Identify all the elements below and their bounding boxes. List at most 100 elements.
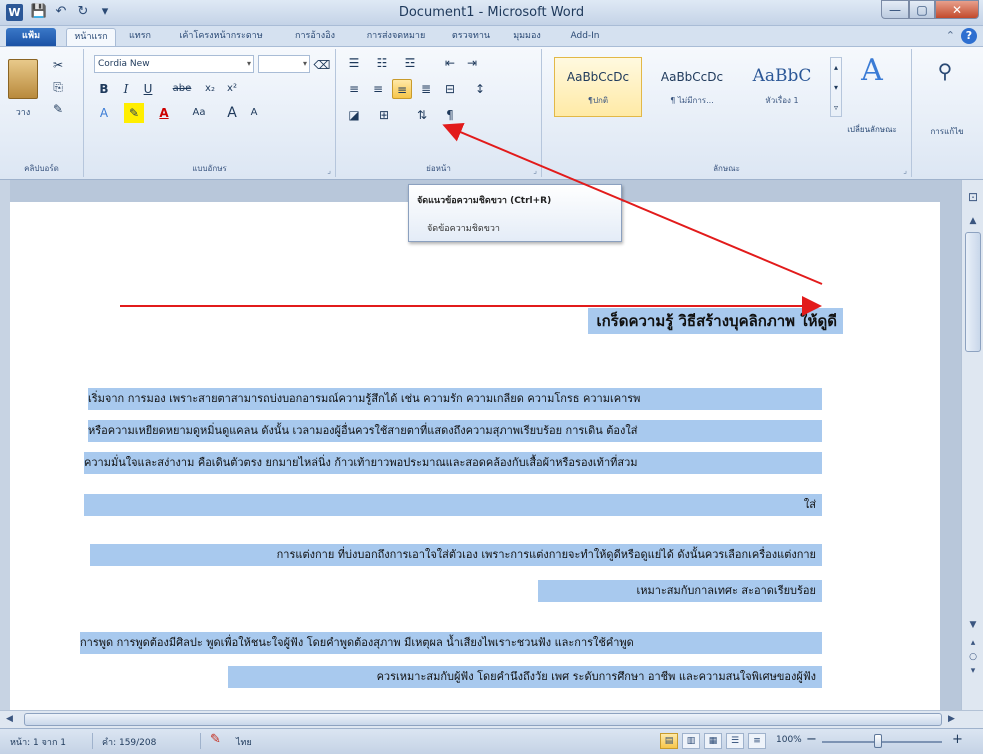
vertical-scroll-thumb[interactable]: [965, 232, 981, 352]
change-case-button[interactable]: Aa: [186, 103, 212, 123]
vertical-scrollbar[interactable]: ⊡ ▲ ▼ ▴ ○ ▾: [961, 180, 983, 710]
line-spacing-icon[interactable]: ↕: [470, 79, 490, 99]
decrease-indent-icon[interactable]: ⇤: [440, 53, 460, 73]
clear-formatting-icon[interactable]: ⌫: [312, 55, 332, 75]
zoom-in-button[interactable]: +: [952, 732, 963, 747]
format-painter-icon[interactable]: ✎: [48, 99, 68, 119]
full-screen-reading-icon[interactable]: ▥: [682, 733, 700, 749]
close-button[interactable]: ✕: [935, 0, 979, 19]
previous-page-icon[interactable]: ▴: [962, 638, 983, 648]
draft-view-icon[interactable]: ≡: [748, 733, 766, 749]
sort-icon[interactable]: ⇅: [412, 105, 432, 125]
help-icon[interactable]: ?: [961, 28, 977, 44]
highlight-icon[interactable]: ✎: [124, 103, 144, 123]
subscript-button[interactable]: x₂: [200, 79, 220, 99]
tab-file[interactable]: แฟ้ม: [6, 28, 56, 46]
document-line[interactable]: หรือความเหยียดหยามดูหมิ่นดูแคลน ดังนั้น …: [88, 420, 822, 442]
dialog-launcher-icon[interactable]: ⌟: [903, 166, 907, 175]
bullets-icon[interactable]: ☰: [344, 53, 364, 73]
web-layout-icon[interactable]: ▦: [704, 733, 722, 749]
zoom-level[interactable]: 100%: [776, 735, 802, 745]
font-name-box[interactable]: Cordia New ▾: [94, 55, 254, 73]
style-no-spacing[interactable]: AaBbCcDc ¶ ไม่มีการ...: [648, 57, 736, 117]
ruler-toggle-icon[interactable]: ⊡: [962, 190, 983, 204]
document-line[interactable]: ความมั่นใจและสง่างาม คือเดินตัวตรง ยกมาย…: [84, 452, 822, 474]
shading-icon[interactable]: ◪: [344, 105, 364, 125]
bold-button[interactable]: B: [94, 79, 114, 99]
align-right-button[interactable]: ≡: [392, 79, 412, 99]
multilevel-list-icon[interactable]: ☲: [400, 53, 420, 73]
minimize-button[interactable]: —: [881, 0, 909, 19]
tab-references[interactable]: การอ้างอิง: [285, 28, 345, 46]
text-effects-icon[interactable]: A: [94, 103, 114, 123]
print-layout-view-icon[interactable]: ▤: [660, 733, 678, 749]
strikethrough-button[interactable]: abe: [168, 79, 196, 99]
increase-indent-icon[interactable]: ⇥: [462, 53, 482, 73]
document-heading[interactable]: เกร็ดความรู้ วิธีสร้างบุคลิกภาพ ให้ดูดี: [588, 308, 843, 334]
tab-review[interactable]: ตรวจทาน: [446, 28, 496, 46]
document-line[interactable]: เริ่มจาก การมอง เพราะสายตาสามารถบ่งบอกอา…: [88, 388, 822, 410]
word-count-status[interactable]: คำ: 159/208: [102, 735, 156, 749]
document-line[interactable]: การแต่งกาย ที่บ่งบอกถึงการเอาใจใส่ตัวเอง…: [90, 544, 822, 566]
change-styles-label[interactable]: เปลี่ยนลักษณะ: [842, 123, 902, 136]
scroll-up-arrow-icon[interactable]: ▲: [962, 216, 983, 226]
copy-icon[interactable]: ⎘: [48, 77, 68, 97]
change-styles-icon[interactable]: A: [848, 53, 896, 88]
font-color-button[interactable]: A: [154, 103, 174, 123]
zoom-slider-track[interactable]: [822, 741, 942, 743]
horizontal-scroll-thumb[interactable]: [24, 713, 942, 726]
dialog-launcher-icon[interactable]: ⌟: [533, 166, 537, 175]
horizontal-scrollbar[interactable]: ◀ ▶: [0, 710, 983, 728]
style-normal[interactable]: AaBbCcDc ¶ปกติ: [554, 57, 642, 117]
page-count-status[interactable]: หน้า: 1 จาก 1: [10, 735, 66, 749]
maximize-button[interactable]: ▢: [909, 0, 935, 19]
align-left-icon[interactable]: ≡: [344, 79, 364, 99]
paste-label[interactable]: วาง: [6, 105, 40, 119]
tab-mailings[interactable]: การส่งจดหมาย: [358, 28, 434, 46]
zoom-out-button[interactable]: −: [806, 732, 817, 747]
tab-add-in[interactable]: Add-In: [560, 28, 610, 46]
superscript-button[interactable]: x²: [222, 79, 242, 99]
borders-icon[interactable]: ⊞: [374, 105, 394, 125]
distributed-icon[interactable]: ⊟: [440, 79, 460, 99]
editing-label[interactable]: การแก้ไข: [916, 125, 978, 138]
document-line[interactable]: ควรเหมาะสมกับผู้ฟัง โดยคำนึงถึงวัย เพศ ร…: [228, 666, 822, 688]
style-name: ¶ ไม่มีการ...: [670, 96, 714, 105]
chevron-down-icon[interactable]: ▾: [247, 56, 251, 72]
cut-icon[interactable]: ✂: [48, 55, 68, 75]
show-marks-button[interactable]: ¶: [440, 105, 460, 125]
scroll-right-arrow-icon[interactable]: ▶: [948, 711, 955, 728]
next-page-icon[interactable]: ▾: [962, 666, 983, 676]
scroll-left-arrow-icon[interactable]: ◀: [6, 711, 13, 728]
language-status[interactable]: ไทย: [236, 735, 252, 749]
dialog-launcher-icon[interactable]: ⌟: [327, 166, 331, 175]
document-line[interactable]: การพูด การพูดต้องมีศิลปะ พูดเพื่อให้ชนะใ…: [80, 632, 822, 654]
numbering-icon[interactable]: ☷: [372, 53, 392, 73]
paste-icon[interactable]: [8, 59, 38, 99]
grow-font-button[interactable]: A: [222, 103, 242, 123]
tab-home[interactable]: หน้าแรก: [66, 28, 116, 46]
tab-view[interactable]: มุมมอง: [504, 28, 550, 46]
scroll-down-arrow-icon[interactable]: ▼: [962, 620, 983, 630]
tab-page-layout[interactable]: เค้าโครงหน้ากระดาษ: [166, 28, 276, 46]
tab-insert[interactable]: แทรก: [120, 28, 160, 46]
justify-icon[interactable]: ≣: [416, 79, 436, 99]
document-line[interactable]: ใส่: [84, 494, 822, 516]
minimize-ribbon-icon[interactable]: ⌃: [946, 29, 955, 42]
document-line[interactable]: เหมาะสมกับกาลเทศะ สะอาดเรียบร้อย: [538, 580, 822, 602]
style-heading-1[interactable]: AaBbC หัวเรื่อง 1: [738, 57, 826, 117]
zoom-slider-knob[interactable]: [874, 734, 882, 748]
styles-group: AaBbCcDc ¶ปกติ AaBbCcDc ¶ ไม่มีการ... Aa…: [542, 49, 912, 177]
align-center-icon[interactable]: ≡: [368, 79, 388, 99]
chevron-down-icon[interactable]: ▾: [303, 56, 307, 72]
shrink-font-button[interactable]: A: [244, 103, 264, 123]
outline-view-icon[interactable]: ☰: [726, 733, 744, 749]
browse-object-icon[interactable]: ○: [962, 652, 983, 662]
styles-scroll-icon[interactable]: ▴ ▾ ▿: [830, 57, 842, 117]
italic-button[interactable]: I: [116, 79, 136, 99]
underline-button[interactable]: U: [138, 79, 158, 99]
font-size-box[interactable]: ▾: [258, 55, 310, 73]
document-area: เกร็ดความรู้ วิธีสร้างบุคลิกภาพ ให้ดูดี …: [0, 180, 961, 710]
proofing-error-icon[interactable]: ✎: [210, 732, 221, 747]
find-binoculars-icon[interactable]: ⚲: [930, 59, 960, 83]
